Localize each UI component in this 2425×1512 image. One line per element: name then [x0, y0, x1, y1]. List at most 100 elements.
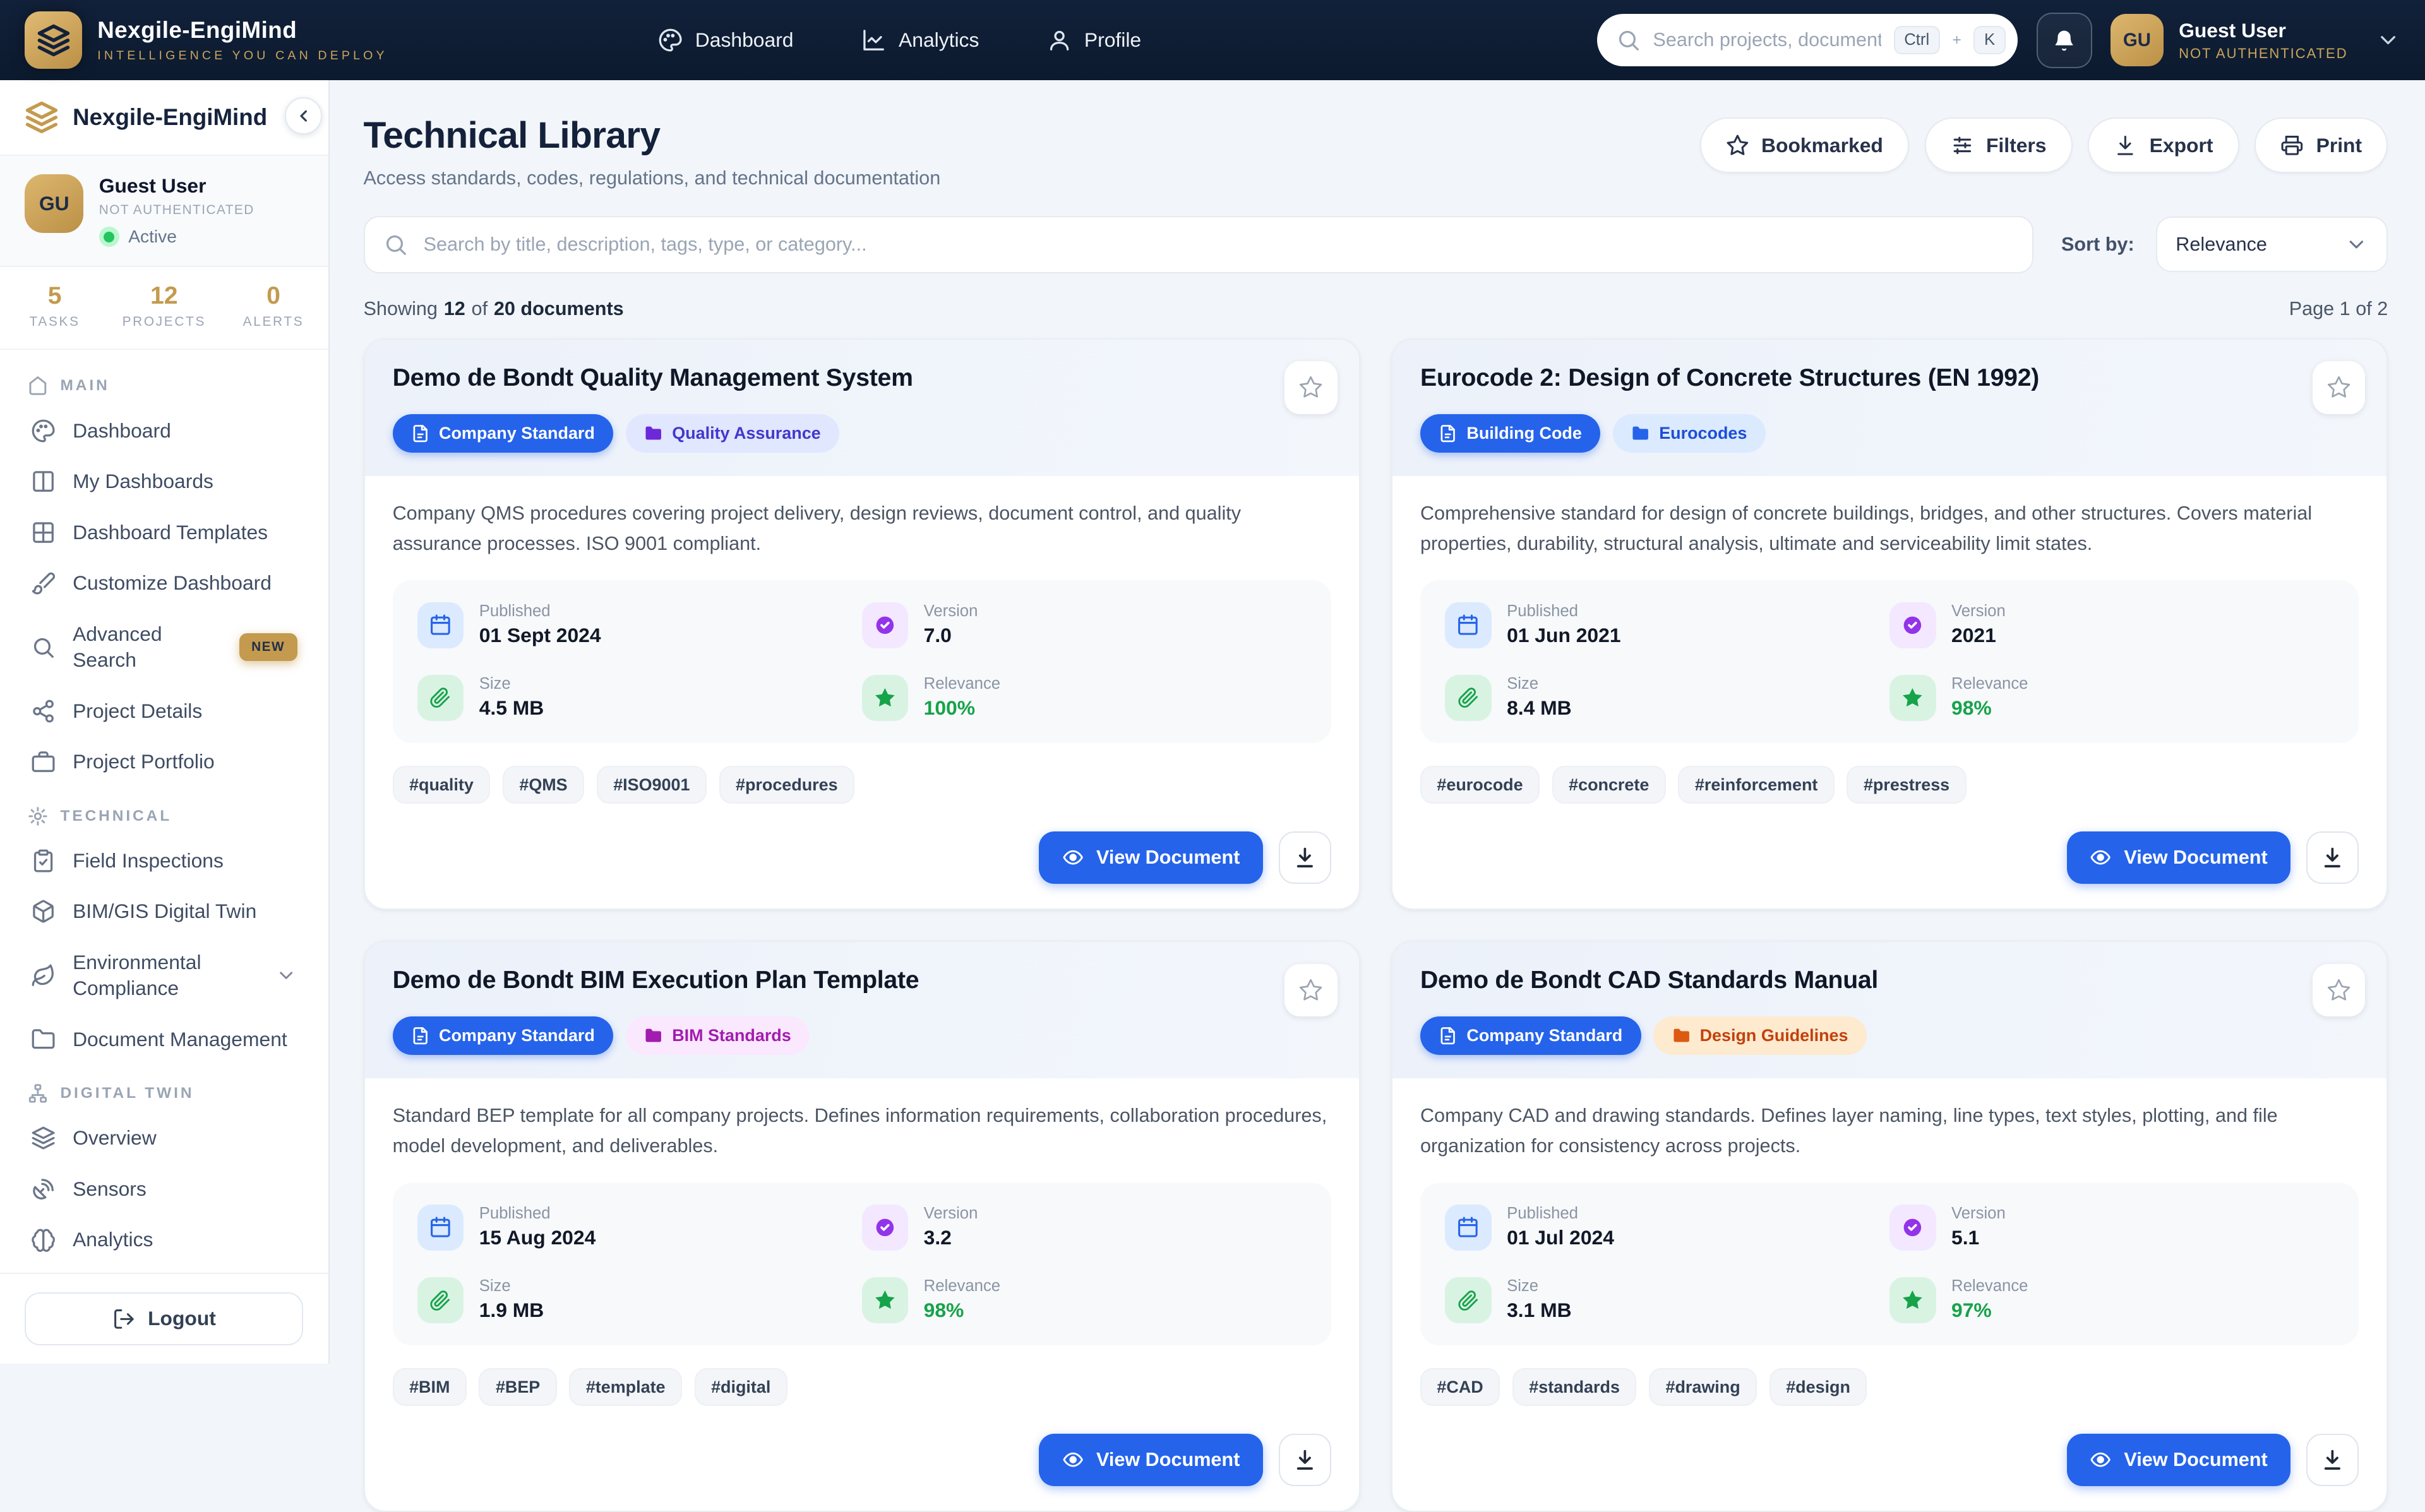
bookmarked-button[interactable]: Bookmarked [1700, 117, 1909, 173]
user-auth-status: NOT AUTHENTICATED [2179, 45, 2348, 62]
folder-icon [644, 1027, 662, 1045]
bookmark-star-button[interactable] [1284, 964, 1337, 1016]
download-document-button[interactable] [1279, 1434, 1331, 1486]
shortcut-k-key: K [1973, 26, 2006, 54]
print-button[interactable]: Print [2254, 117, 2388, 173]
type-badge: Company Standard [393, 414, 614, 453]
document-details: Published01 Jul 2024 Version5.1 Size3.1 … [1420, 1183, 2359, 1345]
sidebar-item-bim-gis-digital-twin[interactable]: BIM/GIS Digital Twin [18, 888, 309, 936]
tag[interactable]: #procedures [719, 766, 855, 803]
document-title: Demo de Bondt BIM Execution Plan Templat… [393, 967, 1331, 994]
sidebar-item-document-management[interactable]: Document Management [18, 1016, 309, 1064]
view-document-button[interactable]: View Document [2067, 831, 2291, 884]
home-icon [28, 376, 48, 396]
tag[interactable]: #quality [393, 766, 491, 803]
sidebar-item-environmental-compliance[interactable]: Environmental Compliance [18, 939, 309, 1013]
notifications-button[interactable] [2037, 13, 2092, 68]
sidebar-item-advanced-search[interactable]: Advanced Search NEW [18, 610, 309, 684]
section-main: MAIN [28, 376, 301, 396]
badge-check-icon [1889, 1205, 1936, 1251]
sidebar-collapse-button[interactable] [285, 97, 322, 134]
logout-button[interactable]: Logout [25, 1292, 303, 1345]
sidebar: Nexgile-EngiMind GU Guest User NOT AUTHE… [0, 80, 330, 1364]
sidebar-item-dashboard[interactable]: Dashboard [18, 407, 309, 455]
tag[interactable]: #digital [695, 1368, 787, 1405]
document-title: Demo de Bondt CAD Standards Manual [1420, 967, 2359, 994]
layers-icon [31, 1126, 56, 1150]
folder-icon [1672, 1027, 1691, 1045]
bookmark-star-button[interactable] [1284, 361, 1337, 414]
tag[interactable]: #BEP [479, 1368, 556, 1405]
tag[interactable]: #CAD [1420, 1368, 1500, 1405]
badge-check-icon [862, 1205, 908, 1251]
sidebar-item-analytics[interactable]: Analytics [18, 1216, 309, 1264]
tag[interactable]: #QMS [503, 766, 584, 803]
badge-check-icon [1889, 602, 1936, 648]
leaf-icon [31, 963, 56, 988]
folder-icon [1631, 424, 1650, 443]
chart-line-icon [861, 28, 886, 52]
view-document-button[interactable]: View Document [1039, 831, 1263, 884]
global-search-input[interactable] [1653, 29, 1881, 51]
download-icon [1293, 846, 1317, 869]
user-auth-status: NOT AUTHENTICATED [99, 203, 254, 218]
document-card: Eurocode 2: Design of Concrete Structure… [1391, 338, 2388, 910]
document-grid: Demo de Bondt Quality Management System … [364, 338, 2388, 1512]
document-card: Demo de Bondt BIM Execution Plan Templat… [364, 941, 1360, 1512]
category-badge: Eurocodes [1613, 414, 1766, 453]
sidebar-item-customize-dashboard[interactable]: Customize Dashboard [18, 559, 309, 607]
stat-tasks: 5 TASKS [0, 282, 109, 330]
network-icon [31, 699, 56, 723]
document-details: Published01 Sept 2024 Version7.0 Size4.5… [393, 580, 1331, 742]
topnav-profile[interactable]: Profile [1047, 28, 1141, 52]
sidebar-item-project-details[interactable]: Project Details [18, 688, 309, 735]
sort-select[interactable]: Relevance [2156, 217, 2388, 272]
eye-icon [1062, 847, 1084, 868]
topnav-analytics[interactable]: Analytics [861, 28, 979, 52]
results-count: Showing12 of20 documents [364, 298, 624, 320]
printer-icon [2280, 134, 2304, 157]
detail-size: Size8.4 MB [1445, 675, 1889, 721]
tag[interactable]: #BIM [393, 1368, 467, 1405]
detail-published: Published15 Aug 2024 [417, 1205, 862, 1251]
sidebar-item-field-inspections[interactable]: Field Inspections [18, 837, 309, 885]
detail-size: Size3.1 MB [1445, 1277, 1889, 1323]
user-menu[interactable]: GU Guest User NOT AUTHENTICATED [2111, 14, 2400, 66]
sidebar-item-sensors[interactable]: Sensors [18, 1165, 309, 1213]
global-search[interactable]: Ctrl + K [1597, 14, 2018, 66]
sort-by-label: Sort by: [2061, 234, 2135, 256]
bookmark-star-button[interactable] [2313, 964, 2365, 1016]
library-search[interactable] [364, 216, 2033, 273]
tag[interactable]: #eurocode [1420, 766, 1540, 803]
bookmark-star-button[interactable] [2313, 361, 2365, 414]
topnav-dashboard[interactable]: Dashboard [658, 28, 793, 52]
tag[interactable]: #design [1769, 1368, 1867, 1405]
cube-icon [31, 899, 56, 924]
tag[interactable]: #reinforcement [1678, 766, 1834, 803]
file-text-icon [1439, 424, 1457, 443]
sidebar-item-overview[interactable]: Overview [18, 1114, 309, 1162]
tag[interactable]: #template [569, 1368, 682, 1405]
download-document-button[interactable] [2306, 1434, 2359, 1486]
library-search-input[interactable] [424, 234, 2014, 256]
detail-version: Version3.2 [862, 1205, 1307, 1251]
tag[interactable]: #prestress [1847, 766, 1966, 803]
document-details: Published01 Jun 2021 Version2021 Size8.4… [1420, 580, 2359, 742]
filters-button[interactable]: Filters [1925, 117, 2073, 173]
logout-icon [112, 1307, 136, 1331]
document-card: Demo de Bondt CAD Standards Manual Compa… [1391, 941, 2388, 1512]
sidebar-item-my-dashboards[interactable]: My Dashboards [18, 458, 309, 506]
view-document-button[interactable]: View Document [2067, 1434, 2291, 1486]
tag[interactable]: #drawing [1649, 1368, 1757, 1405]
tag[interactable]: #ISO9001 [597, 766, 707, 803]
download-icon [2114, 134, 2137, 157]
sidebar-item-project-portfolio[interactable]: Project Portfolio [18, 738, 309, 786]
download-document-button[interactable] [1279, 831, 1331, 884]
export-button[interactable]: Export [2088, 117, 2239, 173]
sidebar-item-dashboard-templates[interactable]: Dashboard Templates [18, 509, 309, 557]
detail-version: Version5.1 [1889, 1205, 2334, 1251]
view-document-button[interactable]: View Document [1039, 1434, 1263, 1486]
tag[interactable]: #concrete [1552, 766, 1666, 803]
tag[interactable]: #standards [1512, 1368, 1637, 1405]
download-document-button[interactable] [2306, 831, 2359, 884]
